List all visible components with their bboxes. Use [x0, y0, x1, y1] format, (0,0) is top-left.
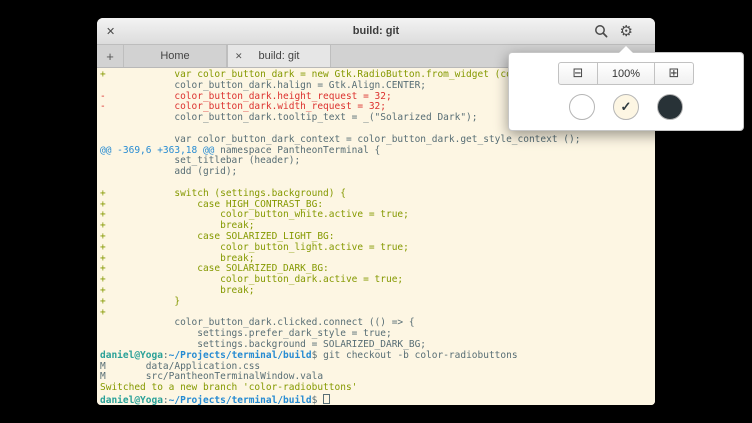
zoom-out-button[interactable]: ⊟ — [558, 62, 598, 85]
terminal-text-segment: add (grid); — [100, 166, 237, 177]
terminal-text-segment: namespace PantheonTerminal { — [214, 145, 380, 156]
terminal-text-segment: + case SOLARIZED_DARK_BG: — [100, 263, 329, 274]
terminal-text-segment: ~/Projects/terminal/build — [169, 395, 312, 405]
terminal-text-segment: - color_button_dark.width_request = 32; — [100, 101, 386, 112]
tab-label: build: git — [259, 50, 300, 62]
terminal-text-segment: + color_button_dark.active = true; — [100, 274, 403, 285]
terminal-line: + break; — [100, 286, 652, 297]
headerbar[interactable]: ✕ build: git ⚙ — [97, 18, 655, 45]
terminal-line: Switched to a new branch 'color-radiobut… — [100, 383, 652, 394]
terminal-text-segment: @@ -369,6 +363,18 @@ — [100, 145, 214, 156]
popover-arrow — [619, 46, 633, 53]
terminal-text-segment: + case HIGH_CONTRAST_BG: — [100, 199, 323, 210]
theme-options: ✓ — [509, 94, 743, 120]
theme-option-solarized-dark[interactable] — [657, 94, 683, 120]
terminal-text-segment: $ git checkout -b color-radiobuttons — [312, 350, 518, 361]
terminal-text-segment: + } — [100, 296, 180, 307]
terminal-text-segment: + color_button_white.active = true; — [100, 209, 409, 220]
tab-home[interactable]: Home — [123, 45, 227, 67]
terminal-text-segment: var color_button_dark_context = color_bu… — [100, 134, 580, 145]
zoom-level: 100% — [597, 62, 655, 85]
terminal-text-segment: + — [100, 307, 106, 318]
terminal-line: add (grid); — [100, 167, 652, 178]
terminal-text-segment: color_button_dark.tooltip_text = _("Sola… — [100, 112, 478, 123]
terminal-text-segment: set_titlebar (header); — [100, 155, 300, 166]
terminal-text-segment: color_button_dark.clicked.connect (() =>… — [100, 317, 415, 328]
zoom-in-button[interactable]: ⊞ — [654, 62, 694, 85]
headerbar-icons: ⚙ — [594, 18, 633, 44]
terminal-line: + } — [100, 297, 652, 308]
terminal-text-segment: daniel@Yoga — [100, 395, 163, 405]
terminal-text-segment: daniel@Yoga — [100, 350, 163, 361]
terminal-text-segment: color_button_dark.halign = Gtk.Align.CEN… — [100, 80, 426, 91]
terminal-text-segment: ~/Projects/terminal/build — [169, 350, 312, 361]
terminal-text-segment: - color_button_dark.height_request = 32; — [100, 91, 392, 102]
terminal-text-segment: + color_button_light.active = true; — [100, 242, 409, 253]
terminal-text-segment: settings.prefer_dark_style = true; — [100, 328, 392, 339]
terminal-text-segment: + switch (settings.background) { — [100, 188, 346, 199]
terminal-text-segment: $ — [312, 395, 323, 405]
terminal-text-segment: M data/Application.css — [100, 361, 260, 372]
theme-option-high-contrast[interactable] — [569, 94, 595, 120]
terminal-text-segment: M src/PantheonTerminalWindow.vala — [100, 371, 323, 382]
settings-popover: ⊟ 100% ⊞ ✓ — [508, 52, 744, 131]
new-tab-button[interactable]: + — [97, 45, 123, 67]
zoom-control: ⊟ 100% ⊞ — [558, 62, 694, 85]
terminal-text-segment: + break; — [100, 253, 254, 264]
terminal-text-segment: Switched to a new branch 'color-radiobut… — [100, 382, 357, 393]
window-close-button[interactable]: ✕ — [106, 18, 115, 44]
search-icon[interactable] — [594, 24, 608, 38]
terminal-line: daniel@Yoga:~/Projects/terminal/build$ — [100, 394, 652, 405]
tab-close-icon[interactable]: ✕ — [235, 51, 243, 62]
theme-option-solarized-light[interactable]: ✓ — [613, 94, 639, 120]
gear-icon[interactable]: ⚙ — [620, 24, 633, 39]
terminal-text-segment: + break; — [100, 220, 254, 231]
tab-build-git[interactable]: ✕ build: git — [227, 45, 331, 67]
terminal-text-segment: + case SOLARIZED_LIGHT_BG: — [100, 231, 335, 242]
terminal-text-segment: + break; — [100, 285, 254, 296]
terminal-text-segment: settings.background = SOLARIZED_DARK_BG; — [100, 339, 426, 350]
tab-label: Home — [160, 50, 189, 62]
check-icon: ✓ — [621, 99, 632, 115]
terminal-cursor — [323, 394, 330, 404]
window-title: build: git — [353, 25, 399, 37]
